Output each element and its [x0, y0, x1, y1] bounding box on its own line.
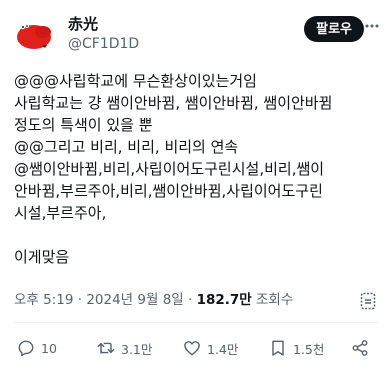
author-names: 赤光 @CF1D1D — [68, 14, 139, 54]
views-count: 182.7만 — [196, 292, 252, 308]
retweet-count: 3.1만 — [121, 341, 153, 357]
views-label: 조회수 — [251, 292, 294, 308]
tweet-line: @쌤이안바뀜,비리,사립이어도구린시설,비리,쌤이 — [14, 160, 325, 178]
reply-count: 10 — [41, 340, 57, 356]
bookmark-icon — [272, 340, 284, 356]
analytics-icon — [360, 292, 376, 310]
tweet-line: 이게맞음 — [14, 248, 70, 266]
like-count: 1.4만 — [207, 341, 239, 357]
action-bar: 10 3.1만 1.4만 1.5천 — [0, 332, 390, 364]
follow-button[interactable]: 팔로우 — [304, 16, 364, 42]
more-options-button[interactable] — [362, 16, 382, 42]
tweet-line: @@@사립학교에 무슨환상이있는거임 — [14, 72, 257, 90]
ellipsis-icon — [365, 24, 379, 28]
tweet-text: @@@사립학교에 무슨환상이있는거임 사립학교는 걍 쌤이안바뀜, 쌤이안바뀜,… — [14, 70, 376, 268]
meta-separator: · — [183, 292, 197, 308]
grok-analyze-button[interactable] — [360, 292, 376, 310]
avatar[interactable] — [12, 12, 56, 56]
tweet-line: @@그리고 비리, 비리, 비리의 연속 — [14, 138, 239, 156]
display-name[interactable]: 赤光 — [68, 14, 139, 34]
reply-button[interactable]: 10 — [16, 338, 57, 358]
bookmark-count: 1.5천 — [293, 341, 325, 357]
tweet-time[interactable]: 오후 5:19 — [14, 292, 73, 308]
retweet-button[interactable]: 3.1만 — [96, 338, 152, 358]
tweet-line: 사립학교는 걍 쌤이안바뀜, 쌤이안바뀜, 쌤이안바뀜 — [14, 94, 333, 112]
heart-icon — [184, 341, 200, 356]
user-handle[interactable]: @CF1D1D — [68, 34, 139, 54]
tweet-line: 안바뀜,부르주아,비리,쌤이안바뀜,사립이어도구린 — [14, 182, 323, 200]
meta-separator: · — [73, 292, 87, 308]
reply-icon — [18, 340, 34, 357]
share-icon — [352, 340, 368, 356]
tweet-line: 정도의 특색이 있을 뿐 — [14, 116, 153, 134]
share-button[interactable] — [350, 338, 375, 358]
divider — [14, 322, 378, 323]
red-blob-avatar-icon — [17, 24, 51, 49]
like-button[interactable]: 1.4만 — [182, 338, 238, 358]
bookmark-button[interactable]: 1.5천 — [268, 338, 324, 358]
tweet-date[interactable]: 2024년 9월 8일 — [86, 292, 183, 308]
tweet-header: 赤光 @CF1D1D 팔로우 — [12, 12, 379, 60]
tweet-line: 시설,부르주아, — [14, 204, 107, 222]
retweet-icon — [97, 342, 115, 354]
tweet-meta: 오후 5:19 · 2024년 9월 8일 · 182.7만 조회수 — [14, 290, 293, 310]
